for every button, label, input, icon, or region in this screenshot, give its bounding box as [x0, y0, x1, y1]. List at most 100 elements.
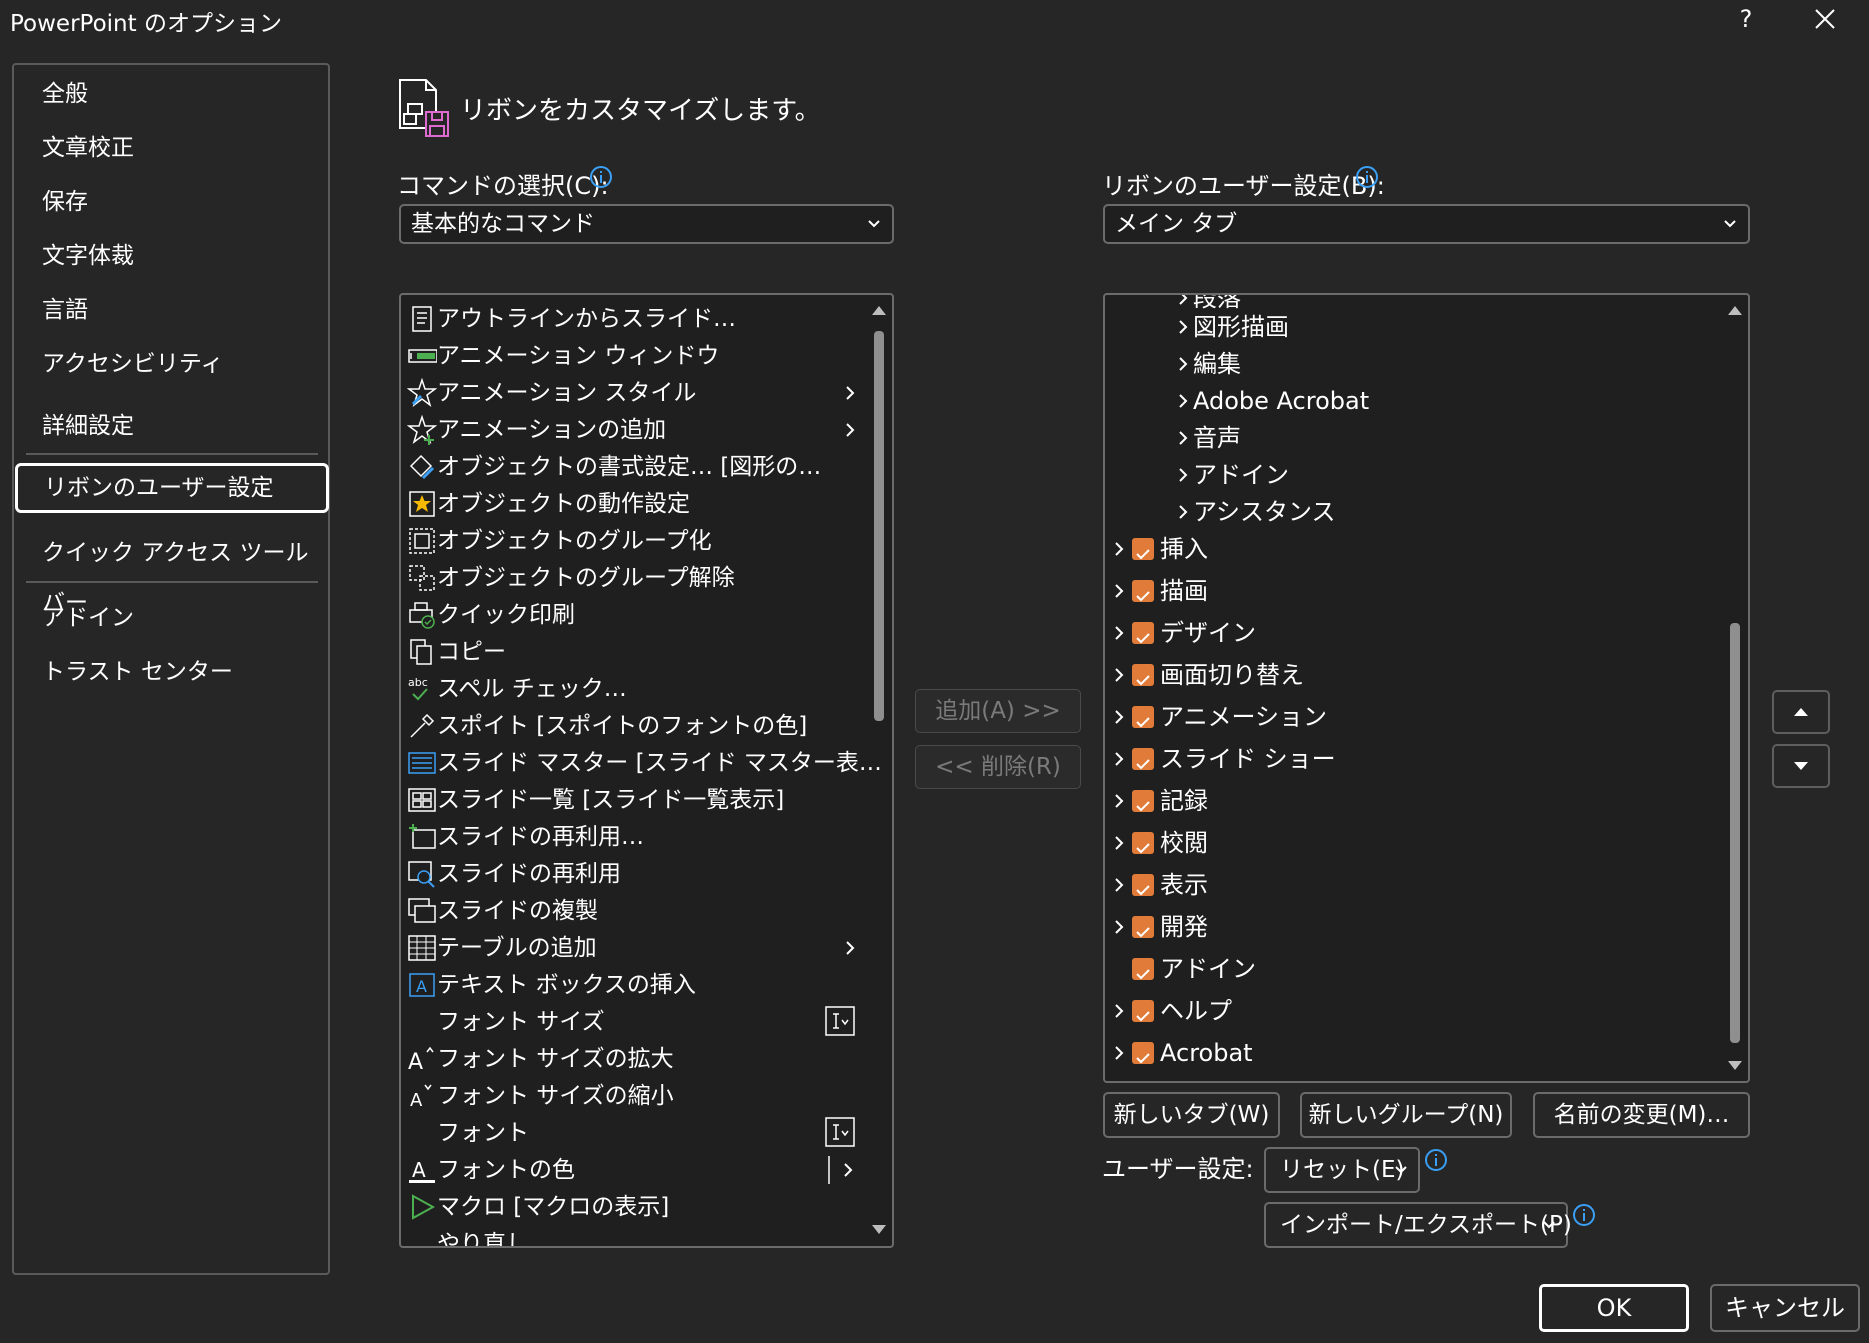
tab-checkbox[interactable]	[1132, 790, 1154, 812]
nav-item-typography[interactable]: 文字体裁	[16, 231, 326, 281]
list-item[interactable]: アニメーションの追加	[401, 412, 861, 448]
scroll-thumb[interactable]	[1730, 623, 1740, 1043]
commands-scrollbar[interactable]	[866, 295, 892, 1246]
list-item[interactable]: フォント	[401, 1115, 861, 1151]
list-item[interactable]: スポイト [スポイトのフォントの色]	[401, 708, 861, 744]
list-item[interactable]: アウトラインからスライド…	[401, 301, 861, 337]
ok-button[interactable]: OK	[1539, 1284, 1689, 1332]
nav-item-addins[interactable]: アドイン	[16, 593, 326, 643]
nav-item-quick-access-toolbar[interactable]: クイック アクセス ツール バー	[16, 528, 326, 616]
tree-group-row[interactable]: 編集	[1105, 345, 1705, 383]
tab-checkbox[interactable]	[1132, 580, 1154, 602]
scroll-up-icon[interactable]	[871, 303, 887, 317]
list-item[interactable]: アニメーション スタイル	[401, 375, 861, 411]
list-item[interactable]: スライドの再利用…	[401, 819, 861, 855]
tree-tab-row[interactable]: 描画	[1105, 572, 1705, 610]
list-item[interactable]: テーブルの追加	[401, 930, 861, 966]
chevron-right-icon[interactable]	[1111, 740, 1127, 778]
tab-checkbox[interactable]	[1132, 538, 1154, 560]
chevron-right-icon[interactable]	[1111, 1034, 1127, 1072]
tab-checkbox[interactable]	[1132, 622, 1154, 644]
tree-tab-row[interactable]: 画面切り替え	[1105, 656, 1705, 694]
tree-tab-row[interactable]: ヘルプ	[1105, 992, 1705, 1030]
cancel-button[interactable]: キャンセル	[1710, 1284, 1860, 1332]
nav-item-proofing[interactable]: 文章校正	[16, 123, 326, 173]
list-item[interactable]: オブジェクトの動作設定	[401, 486, 861, 522]
commands-list[interactable]: アウトラインからスライド… アニメーション ウィンドウ アニメーション スタイル…	[399, 293, 894, 1248]
commands-dropdown[interactable]: 基本的なコマンド	[399, 204, 894, 244]
scroll-down-icon[interactable]	[1727, 1059, 1743, 1073]
tree-tab-row[interactable]: スライド ショー	[1105, 740, 1705, 778]
list-item[interactable]: フォント サイズ	[401, 1004, 861, 1040]
list-item[interactable]: A フォント サイズの拡大	[401, 1041, 861, 1077]
tree-tab-row[interactable]: アドイン	[1105, 950, 1705, 988]
list-item[interactable]: スライド一覧 [スライド一覧表示]	[401, 782, 861, 818]
tab-checkbox[interactable]	[1132, 832, 1154, 854]
tree-tab-row[interactable]: 表示	[1105, 866, 1705, 904]
ribbon-dropdown[interactable]: メイン タブ	[1103, 204, 1750, 244]
tree-group-row[interactable]: アシスタンス	[1105, 493, 1705, 531]
list-item[interactable]: スライドの複製	[401, 893, 861, 929]
tree-tab-row[interactable]: Acrobat	[1105, 1034, 1705, 1072]
nav-item-trust-center[interactable]: トラスト センター	[16, 647, 326, 697]
chevron-right-icon[interactable]	[1111, 782, 1127, 820]
close-button[interactable]	[1802, 0, 1848, 38]
new-tab-button[interactable]: 新しいタブ(W)	[1103, 1092, 1280, 1138]
tree-group-row[interactable]: アドイン	[1105, 456, 1705, 494]
info-icon[interactable]	[1572, 1203, 1596, 1227]
info-icon[interactable]	[589, 165, 613, 189]
chevron-right-icon[interactable]	[1111, 824, 1127, 862]
new-group-button[interactable]: 新しいグループ(N)	[1300, 1092, 1512, 1138]
nav-item-customize-ribbon[interactable]: リボンのユーザー設定	[15, 463, 329, 513]
move-down-button[interactable]	[1772, 744, 1830, 788]
tab-checkbox[interactable]	[1132, 748, 1154, 770]
tab-checkbox[interactable]	[1132, 1000, 1154, 1022]
ribbon-scrollbar[interactable]	[1722, 295, 1748, 1081]
help-button[interactable]: ?	[1724, 0, 1768, 38]
nav-item-accessibility[interactable]: アクセシビリティ	[16, 339, 326, 389]
tree-tab-row[interactable]: アニメーション	[1105, 698, 1705, 736]
list-item[interactable]: アニメーション ウィンドウ	[401, 338, 861, 374]
nav-item-advanced[interactable]: 詳細設定	[16, 401, 326, 451]
list-item[interactable]: オブジェクトの書式設定… [図形の…	[401, 449, 861, 485]
chevron-right-icon[interactable]	[1111, 992, 1127, 1030]
tree-tab-row[interactable]: 開発	[1105, 908, 1705, 946]
import-export-dropdown[interactable]: インポート/エクスポート(P)	[1264, 1202, 1572, 1248]
list-item[interactable]: オブジェクトのグループ化	[401, 523, 861, 559]
move-up-button[interactable]	[1772, 690, 1830, 734]
tab-checkbox[interactable]	[1132, 958, 1154, 980]
nav-item-save[interactable]: 保存	[16, 177, 326, 227]
tab-checkbox[interactable]	[1132, 1042, 1154, 1064]
list-item[interactable]: クイック印刷	[401, 597, 861, 633]
scroll-down-icon[interactable]	[871, 1223, 887, 1237]
chevron-right-icon[interactable]	[1111, 866, 1127, 904]
nav-item-language[interactable]: 言語	[16, 285, 326, 335]
tree-tab-row[interactable]: 校閲	[1105, 824, 1705, 862]
chevron-right-icon[interactable]	[1111, 656, 1127, 694]
tree-tab-row[interactable]: デザイン	[1105, 614, 1705, 652]
add-button[interactable]: 追加(A) >>	[915, 689, 1081, 733]
ribbon-tree[interactable]: 段落 図形描画 編集 Adobe Acrobat 音声 アドイン アシスタンス …	[1103, 293, 1750, 1083]
tree-group-row[interactable]: 音声	[1105, 419, 1705, 457]
list-item[interactable]: A テキスト ボックスの挿入	[401, 967, 861, 1003]
list-item[interactable]: スライドの再利用	[401, 856, 861, 892]
info-icon[interactable]	[1355, 165, 1379, 189]
reset-dropdown[interactable]: リセット(E)	[1264, 1147, 1420, 1193]
tree-tab-row[interactable]: 挿入	[1105, 530, 1705, 568]
scroll-thumb[interactable]	[874, 331, 884, 721]
tab-checkbox[interactable]	[1132, 706, 1154, 728]
list-item[interactable]: abc スペル チェック…	[401, 671, 861, 707]
rename-button[interactable]: 名前の変更(M)…	[1533, 1092, 1750, 1138]
list-item[interactable]: A フォント サイズの縮小	[401, 1078, 861, 1114]
scroll-up-icon[interactable]	[1727, 303, 1743, 317]
tree-tab-row[interactable]: 記録	[1105, 782, 1705, 820]
list-item[interactable]: オブジェクトのグループ解除	[401, 560, 861, 596]
chevron-right-icon[interactable]	[1111, 572, 1127, 610]
tree-group-row[interactable]: 図形描画	[1105, 308, 1705, 346]
chevron-right-icon[interactable]	[1111, 530, 1127, 568]
chevron-right-icon[interactable]	[1111, 698, 1127, 736]
info-icon[interactable]	[1424, 1148, 1448, 1172]
remove-button[interactable]: << 削除(R)	[915, 745, 1081, 789]
list-item[interactable]: マクロ [マクロの表示]	[401, 1189, 861, 1225]
list-item[interactable]: コピー	[401, 634, 861, 670]
